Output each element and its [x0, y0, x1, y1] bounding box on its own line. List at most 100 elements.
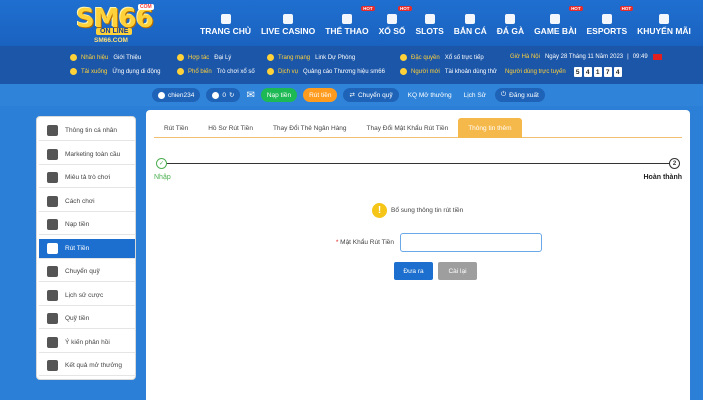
logout-label: Đăng xuất [509, 91, 539, 99]
account-sidebar: Thông tin cá nhân Marketing toàn cầu Miêu … [36, 116, 136, 380]
info-partner[interactable]: Hợp tác Đại Lý [177, 54, 231, 61]
logo-domain: SM66.COM [94, 37, 128, 44]
tab[interactable]: Hồ Sơ Rút Tiền [198, 118, 263, 138]
info-value: Trò chơi xổ số [216, 68, 255, 75]
menu-item[interactable]: ESPORTS HOT [586, 6, 634, 42]
info-website[interactable]: Trang mạng Link Dự Phòng [267, 54, 355, 61]
home-icon [220, 14, 231, 24]
menu-item[interactable]: LIVE CASINO [261, 6, 315, 42]
tab[interactable]: Thông tin thêm [458, 118, 522, 138]
info-label: Nhãn hiệu [81, 54, 109, 61]
sidebar-item[interactable]: Cách chơi [39, 192, 135, 212]
sidebar-item[interactable]: Miêu tả trò chơi [39, 168, 135, 188]
sidebar-item[interactable]: Rút Tiền [39, 238, 135, 259]
user-icon [158, 91, 165, 99]
sidebar-item-label: Ý kiến phản hồi [65, 338, 110, 346]
transfer-label: Chuyển quỹ [357, 91, 393, 99]
info-label: Trang mạng [278, 54, 311, 61]
trophy-icon [70, 54, 77, 61]
handshake-icon [177, 54, 184, 61]
piggy-bank-icon [47, 219, 58, 230]
info-label: Đặc quyền [411, 54, 440, 61]
menu-item[interactable]: BẮN CÁ [454, 6, 487, 42]
info-clock: Giờ Hà Nội Ngày 28 Tháng 11 Năm 2023 | 0… [510, 54, 662, 60]
info-value: Quảng cáo Thương hiệu sm66 [303, 68, 385, 75]
user-icon [400, 68, 407, 75]
money-icon [47, 313, 58, 324]
required-mark: * [335, 239, 339, 246]
password-row: * Mật Khẩu Rút Tiền [326, 233, 542, 252]
info-value: Link Dự Phòng [315, 54, 356, 61]
info-service[interactable]: Dịch vụ Quảng cáo Thương hiệu sm66 [267, 68, 385, 75]
info-label: Tải xuống [81, 68, 108, 75]
info-label: Hợp tác [188, 54, 210, 61]
diamond-icon [47, 148, 58, 160]
tab[interactable]: Thay Đổi Thẻ Ngân Hàng [263, 118, 357, 138]
counter-digit: 4 [613, 67, 622, 77]
logout-button[interactable]: ⏻ Đăng xuất [495, 88, 545, 102]
menu-item[interactable]: TRANG CHỦ [200, 6, 251, 42]
sidebar-item[interactable]: Marketing toàn cầu [39, 145, 135, 165]
date-value: Ngày 28 Tháng 11 Năm 2023 [544, 54, 624, 60]
sidebar-item[interactable]: Thông tin cá nhân [39, 121, 135, 141]
withdraw-password-input[interactable] [400, 233, 542, 252]
withdraw-button[interactable]: Rút tiền [303, 88, 338, 102]
info-value: Đại Lý [214, 54, 232, 61]
menu-item-label: GAME BÀI [534, 26, 577, 36]
info-value: Xổ số trực tiếp [444, 54, 484, 61]
lottery-icon [387, 14, 398, 24]
tab[interactable]: Thay Đổi Mật Khẩu Rút Tiền [357, 118, 459, 138]
menu-item[interactable]: THỂ THAO HOT [325, 6, 375, 42]
sm66-logo[interactable]: SM66 COM ON LINE SM66.COM [76, 4, 158, 44]
refresh-icon[interactable]: ↻ [229, 91, 234, 99]
soccer-icon [341, 14, 352, 24]
sidebar-item[interactable]: Quỹ tiền [39, 309, 135, 329]
sidebar-item[interactable]: Ý kiến phản hồi [39, 333, 135, 353]
menu-item[interactable]: XỔ SỐ HOT [379, 6, 412, 42]
headset-icon [267, 68, 274, 75]
sidebar-item-label: Thông tin cá nhân [65, 127, 118, 134]
sidebar-item[interactable]: Nạp tiền [39, 215, 135, 235]
logo-tagline: ON LINE [96, 28, 133, 35]
info-notice: ! Bổ sung thông tin rút tiền [372, 203, 463, 218]
coin-icon [212, 91, 220, 99]
transfer-button[interactable]: ⇄ Chuyển quỹ [343, 88, 399, 102]
deposit-button[interactable]: Nạp tiền [260, 88, 298, 102]
sidebar-item[interactable]: Lịch sử cược [39, 286, 135, 306]
submit-button[interactable]: Đưa ra [394, 262, 433, 280]
menu-item-label: ESPORTS [586, 26, 628, 36]
sidebar-item[interactable]: Chuyển quỹ [39, 262, 135, 282]
menu-item[interactable]: SLOTS [415, 6, 444, 42]
info-download[interactable]: Tải xuống Ứng dụng di động [70, 68, 161, 75]
user-pill[interactable]: chien234 [152, 88, 201, 102]
hot-badge: HOT [361, 6, 375, 11]
reset-button[interactable]: Cài lại [438, 262, 477, 280]
deposit-label: Nạp tiền [266, 91, 292, 99]
info-value: Tài khoản dùng thử [444, 68, 497, 75]
counter-digit: 7 [603, 67, 612, 77]
power-icon: ⏻ [501, 91, 507, 98]
mail-icon[interactable]: ✉ [246, 90, 254, 101]
menu-item[interactable]: ĐÁ GÀ [497, 6, 524, 42]
logo-com-badge: COM [138, 4, 154, 10]
menu-item[interactable]: KHUYẾN MÃI [637, 6, 691, 42]
withdraw-tabs: Rút Tiền Hồ Sơ Rút Tiền Thay Đổi Thẻ Ngân … [154, 118, 682, 138]
info-newcomer[interactable]: Người mới Tài khoản dùng thử [400, 68, 497, 75]
results-link[interactable]: KQ Mở thưởng [405, 88, 455, 102]
notice-text: Bổ sung thông tin rút tiền [391, 207, 464, 214]
info-brand[interactable]: Nhãn hiệu Giới Thiệu [70, 54, 141, 61]
balance-pill[interactable]: 0 ↻ [206, 88, 241, 102]
history-link[interactable]: Lịch Sử [461, 88, 489, 102]
main-menu: TRANG CHỦ LIVE CASINO THỂ THAO HOT XỔ SỐ HOT S… [200, 6, 691, 42]
tab[interactable]: Rút Tiền [154, 118, 198, 138]
globe-icon [267, 54, 274, 61]
gamepad-icon [47, 172, 58, 183]
hot-badge: HOT [569, 6, 583, 11]
info-privilege[interactable]: Đặc quyền Xổ số trực tiếp [400, 54, 484, 61]
info-value: Giới Thiệu [113, 54, 142, 61]
info-popular[interactable]: Phổ biến Trò chơi xổ số [177, 68, 255, 75]
menu-item[interactable]: GAME BÀI HOT [534, 6, 583, 42]
vietnam-flag-icon[interactable] [652, 54, 662, 60]
info-label: Phổ biến [188, 68, 212, 75]
sidebar-item[interactable]: Kết quả mở thưởng [39, 356, 135, 376]
